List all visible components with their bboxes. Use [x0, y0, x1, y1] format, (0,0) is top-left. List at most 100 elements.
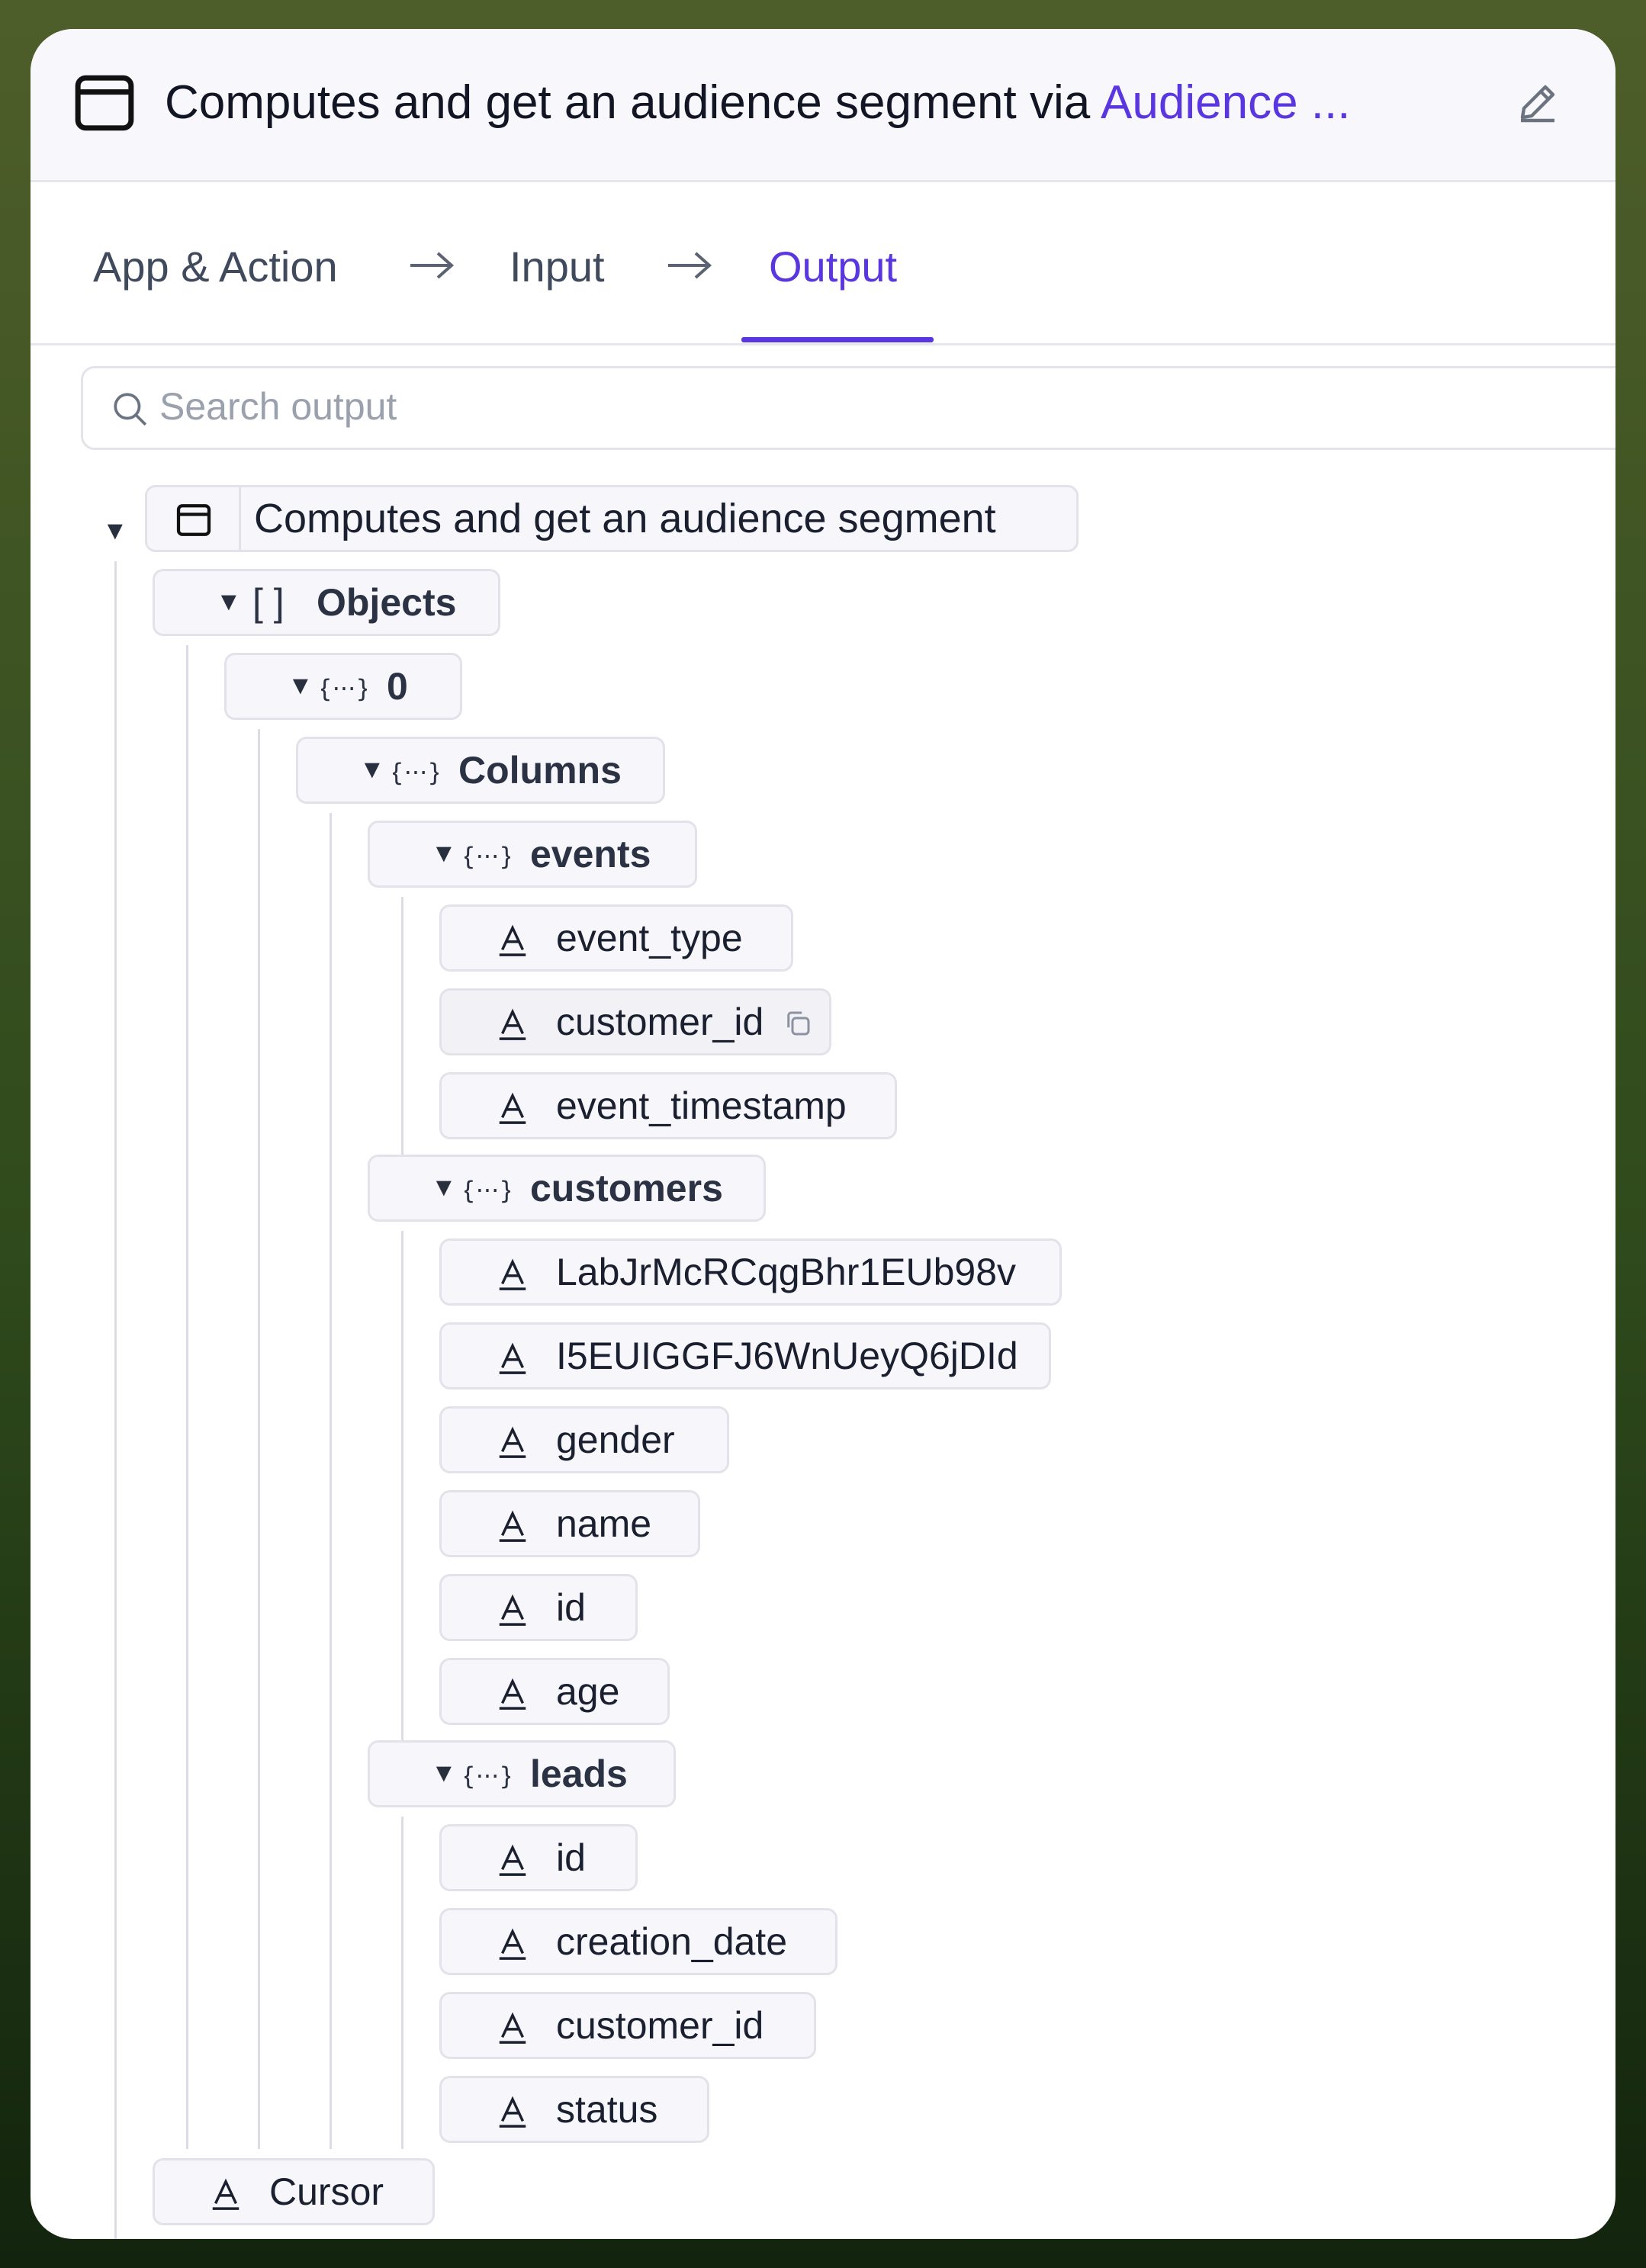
svg-text:{···}: {···} — [465, 842, 510, 871]
tab-app-action[interactable]: App & Action — [93, 243, 338, 291]
object-braces-icon: {···} — [465, 1176, 510, 1205]
field-label: Cursor — [269, 2170, 384, 2213]
text-field-icon — [499, 2096, 526, 2128]
field-creation-date[interactable]: creation_date — [439, 1908, 837, 1975]
leads-label: leads — [530, 1752, 628, 1795]
objects-label: Objects — [317, 581, 457, 624]
step-title-app: Audience ... — [1101, 76, 1351, 129]
text-field-icon — [499, 1008, 526, 1040]
collapse-caret[interactable]: ▼ — [102, 516, 128, 546]
text-field-icon — [499, 1426, 526, 1458]
field-label: LabJrMcRCqgBhr1EUb98v — [556, 1251, 1017, 1293]
text-field-icon — [212, 2178, 240, 2210]
tab-input[interactable]: Input — [510, 243, 605, 291]
arrow-right-icon — [668, 252, 712, 279]
text-field-icon — [499, 1844, 526, 1876]
field-event-type[interactable]: event_type — [439, 904, 793, 972]
collapse-caret[interactable]: ▼ — [216, 586, 242, 617]
step-tabs: App & Action Input Output — [31, 180, 1615, 345]
leads-node[interactable]: ▼ {···} leads — [368, 1740, 676, 1807]
tree-guide-line — [258, 729, 260, 2149]
root-node-label: Computes and get an audience segment — [254, 496, 996, 541]
field-customer-id[interactable]: customer_id — [439, 1992, 816, 2059]
field-customer-attr[interactable]: I5EUIGGFJ6WnUeyQ6jDId — [439, 1322, 1051, 1389]
object-braces-icon: {···} — [465, 842, 510, 871]
search-icon — [114, 393, 147, 426]
text-field-icon — [499, 1092, 526, 1124]
field-label: customer_id — [556, 1001, 764, 1043]
tab-output[interactable]: Output — [769, 243, 897, 291]
object-braces-icon: {···} — [465, 1762, 510, 1791]
svg-text:{···}: {···} — [393, 758, 439, 787]
field-label: id — [556, 1586, 586, 1629]
customers-node[interactable]: ▼ {···} customers — [368, 1155, 766, 1222]
field-label: name — [556, 1502, 652, 1545]
field-label: gender — [556, 1418, 675, 1461]
field-label: customer_id — [556, 2004, 764, 2047]
field-label: I5EUIGGFJ6WnUeyQ6jDId — [556, 1335, 1018, 1377]
text-field-icon — [499, 2012, 526, 2044]
field-label: id — [556, 1836, 586, 1879]
pencil-icon[interactable] — [1512, 76, 1564, 128]
svg-text:{···}: {···} — [321, 674, 367, 703]
field-status[interactable]: status — [439, 2076, 709, 2143]
text-field-icon — [499, 1342, 526, 1374]
array-icon: [ ] — [252, 581, 285, 624]
tree-guide-line — [114, 561, 117, 2239]
collapse-caret[interactable]: ▼ — [431, 1172, 457, 1203]
root-node[interactable]: Computes and get an audience segment — [145, 485, 1079, 552]
text-field-icon — [499, 1678, 526, 1710]
field-label: age — [556, 1670, 620, 1713]
field-customer-id[interactable]: customer_id — [439, 988, 831, 1055]
events-node[interactable]: ▼ {···} events — [368, 821, 697, 888]
svg-text:{···}: {···} — [465, 1176, 510, 1205]
tree-guide-line — [401, 1817, 403, 2149]
window-icon — [75, 75, 134, 131]
root-icon-box — [147, 487, 241, 550]
object-braces-icon: {···} — [393, 758, 439, 787]
events-label: events — [530, 833, 651, 875]
columns-label: Columns — [458, 749, 622, 792]
output-panel: Computes and get an audience segment via… — [31, 29, 1615, 2239]
text-field-icon — [499, 1928, 526, 1960]
collapse-caret[interactable]: ▼ — [431, 838, 457, 869]
collapse-caret[interactable]: ▼ — [288, 670, 313, 701]
field-label: creation_date — [556, 1920, 788, 1963]
customers-label: customers — [530, 1167, 723, 1209]
tree-guide-line — [330, 813, 332, 2149]
text-field-icon — [499, 924, 526, 956]
field-id[interactable]: id — [439, 1824, 638, 1891]
field-label: status — [556, 2088, 658, 2131]
svg-text:{···}: {···} — [465, 1762, 510, 1791]
field-customer-attr[interactable]: LabJrMcRCqgBhr1EUb98v — [439, 1238, 1062, 1306]
field-name[interactable]: name — [439, 1490, 700, 1557]
item-0-node[interactable]: ▼ {···} 0 — [224, 653, 462, 720]
field-id[interactable]: id — [439, 1574, 638, 1641]
step-title-prefix: Computes and get an audience segment via — [165, 76, 1101, 129]
arrow-right-icon — [410, 252, 455, 279]
tree-guide-line — [186, 645, 188, 2149]
object-braces-icon: {···} — [321, 674, 367, 703]
text-field-icon — [499, 1510, 526, 1542]
search-input[interactable] — [159, 379, 1532, 434]
copy-icon[interactable] — [782, 1007, 814, 1039]
objects-node[interactable]: ▼ [ ] Objects — [153, 569, 500, 636]
field-gender[interactable]: gender — [439, 1406, 729, 1473]
tree-guide-line — [401, 1231, 403, 1740]
field-age[interactable]: age — [439, 1658, 670, 1725]
field-label: event_type — [556, 917, 743, 959]
collapse-caret[interactable]: ▼ — [431, 1758, 457, 1788]
text-field-icon — [499, 1258, 526, 1290]
collapse-caret[interactable]: ▼ — [359, 754, 385, 785]
window-icon — [176, 504, 211, 536]
tree-guide-line — [401, 897, 403, 1155]
field-event-timestamp[interactable]: event_timestamp — [439, 1072, 897, 1139]
field-label: event_timestamp — [556, 1084, 847, 1127]
columns-node[interactable]: ▼ {···} Columns — [296, 737, 665, 804]
active-tab-indicator — [741, 337, 934, 342]
search-output-box[interactable] — [81, 366, 1615, 450]
step-title: Computes and get an audience segment via… — [165, 69, 1522, 137]
item-0-label: 0 — [387, 665, 408, 708]
text-field-icon — [499, 1594, 526, 1626]
field-cursor[interactable]: Cursor — [153, 2158, 435, 2225]
